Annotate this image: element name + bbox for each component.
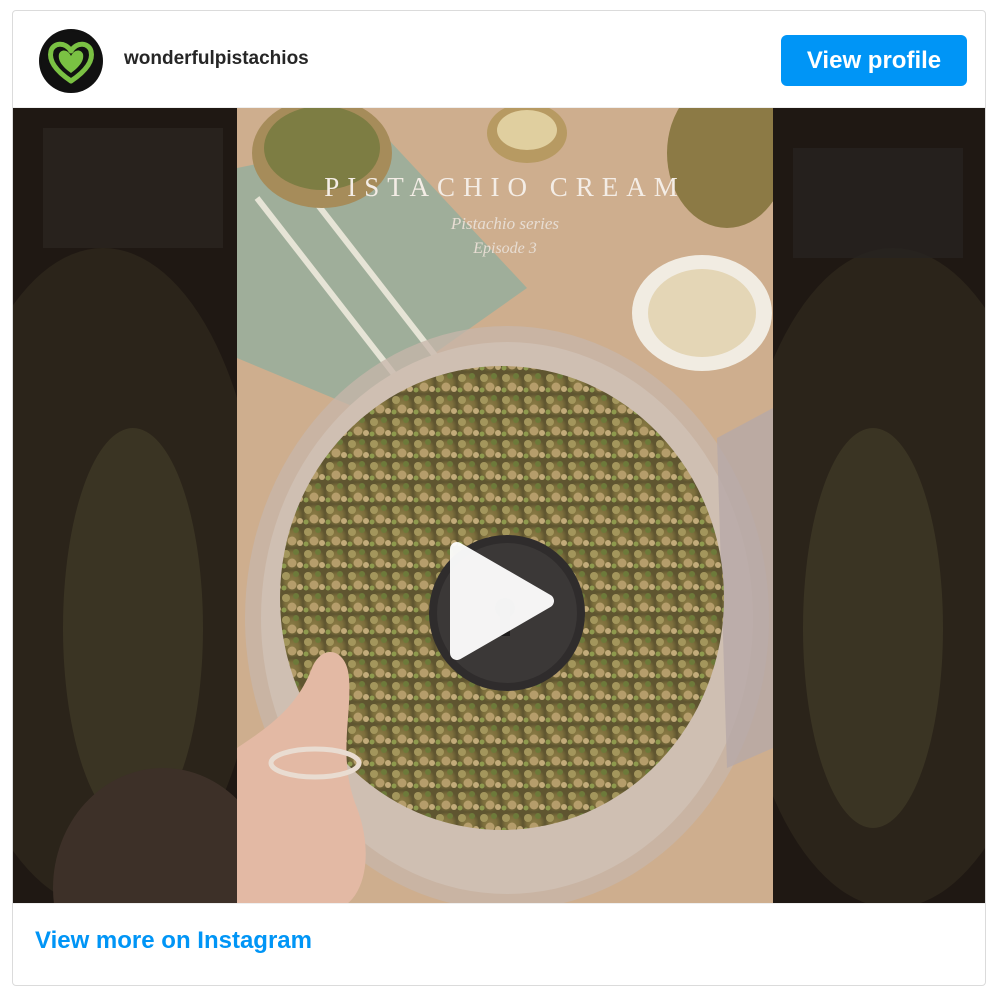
profile-avatar[interactable] bbox=[39, 29, 103, 93]
username[interactable]: wonderfulpistachios bbox=[124, 48, 309, 70]
video-subtitle: Pistachio series bbox=[450, 214, 560, 233]
post-media[interactable]: PISTACHIO CREAM Pistachio series Episode… bbox=[13, 107, 985, 904]
heart-logo-icon bbox=[41, 31, 101, 91]
video-frame[interactable]: PISTACHIO CREAM Pistachio series Episode… bbox=[237, 108, 773, 904]
post-header: wonderfulpistachios View profile bbox=[13, 11, 985, 107]
play-icon[interactable] bbox=[443, 541, 555, 661]
video-title: PISTACHIO CREAM bbox=[324, 172, 686, 202]
view-more-on-instagram-link[interactable]: View more on Instagram bbox=[35, 927, 312, 955]
post-footer: View more on Instagram bbox=[13, 903, 985, 985]
view-profile-button[interactable]: View profile bbox=[781, 35, 967, 86]
video-episode: Episode 3 bbox=[473, 240, 537, 257]
instagram-embed-card: wonderfulpistachios View profile PISTACH… bbox=[12, 10, 986, 986]
